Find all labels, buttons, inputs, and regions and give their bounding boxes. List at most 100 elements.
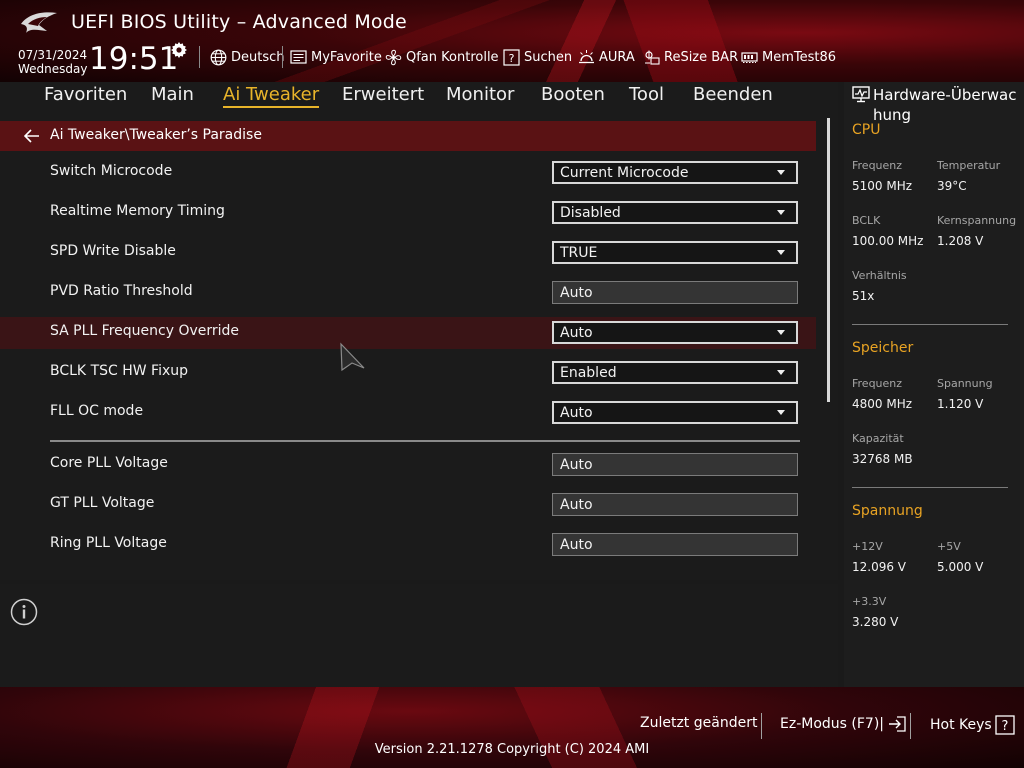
last-changed-button[interactable]: Zuletzt geändert (640, 715, 757, 731)
tab-booten[interactable]: Booten (541, 84, 605, 105)
favorite-icon (290, 49, 307, 64)
aura-button[interactable]: AURA (578, 47, 635, 67)
language-label: Deutsch (231, 49, 285, 65)
main-menu-tabs: Favoriten Main Ai Tweaker Erweitert Moni… (0, 82, 838, 112)
resize-bar-icon (645, 50, 660, 65)
pvd-ratio-threshold-input[interactable]: Auto (552, 281, 798, 304)
tab-main[interactable]: Main (151, 84, 194, 105)
back-arrow-icon[interactable] (24, 129, 40, 143)
scrollbar[interactable] (827, 118, 830, 402)
setting-row-realtime-memory-timing[interactable]: Realtime Memory Timing Disabled (0, 197, 816, 229)
tab-ai-tweaker[interactable]: Ai Tweaker (223, 84, 320, 108)
setting-label: Switch Microcode (50, 163, 173, 179)
cpu-frequency-label: Frequenz (852, 159, 903, 172)
chevron-down-icon (777, 410, 785, 415)
ez-mode-button[interactable]: Ez-Modus (F7)| (780, 715, 907, 733)
mouse-pointer-icon (340, 342, 365, 372)
input-value: Auto (560, 497, 593, 513)
setting-row-pvd-ratio-threshold[interactable]: PVD Ratio Threshold Auto (0, 277, 816, 309)
switch-microcode-select[interactable]: Current Microcode (552, 161, 798, 184)
core-pll-voltage-input[interactable]: Auto (552, 453, 798, 476)
date-text: 07/31/2024 (18, 48, 88, 62)
v33-label: +3.3V (852, 595, 887, 608)
memory-voltage-value: 1.120 V (937, 397, 984, 411)
setting-row-bclk-tsc-hw-fixup[interactable]: BCLK TSC HW Fixup Enabled (0, 357, 816, 389)
footer-separator (910, 713, 911, 739)
chevron-down-icon (777, 250, 785, 255)
myfavorite-label: MyFavorite (311, 49, 382, 65)
memory-section-heading: Speicher (852, 340, 914, 356)
search-label: Suchen (524, 49, 573, 65)
hw-divider (852, 487, 1008, 488)
language-button[interactable]: Deutsch (210, 47, 285, 67)
setting-row-ring-pll-voltage[interactable]: Ring PLL Voltage Auto (0, 529, 816, 561)
svg-text:?: ? (509, 52, 515, 65)
select-value: Enabled (560, 365, 617, 381)
memory-frequency-value: 4800 MHz (852, 397, 913, 411)
hot-keys-button[interactable]: Hot Keys ? (930, 715, 1015, 735)
gear-icon[interactable] (171, 42, 187, 58)
section-divider (50, 440, 800, 442)
bclk-tsc-hw-fixup-select[interactable]: Enabled (552, 361, 798, 384)
version-text: Version 2.21.1278 Copyright (C) 2024 AMI (374, 742, 650, 757)
app-title: UEFI BIOS Utility – Advanced Mode (71, 11, 407, 33)
gt-pll-voltage-input[interactable]: Auto (552, 493, 798, 516)
search-button[interactable]: ? Suchen (503, 47, 572, 67)
setting-label: GT PLL Voltage (50, 495, 155, 511)
toolbar-separator (199, 46, 200, 68)
v33-value: 3.280 V (852, 615, 899, 629)
resize-bar-button[interactable]: ReSize BAR (643, 47, 738, 67)
breadcrumb-path: Ai Tweaker\Tweaker’s Paradise (50, 127, 262, 143)
setting-label: SA PLL Frequency Override (50, 323, 240, 339)
setting-row-fll-oc-mode[interactable]: FLL OC mode Auto (0, 397, 816, 429)
setting-row-gt-pll-voltage[interactable]: GT PLL Voltage Auto (0, 489, 816, 521)
clock-time: 19:51 (89, 41, 179, 77)
memory-voltage-label: Spannung (937, 377, 993, 390)
setting-label: SPD Write Disable (50, 243, 176, 259)
setting-row-core-pll-voltage[interactable]: Core PLL Voltage Auto (0, 449, 816, 481)
myfavorite-button[interactable]: MyFavorite (290, 47, 382, 67)
tab-beenden[interactable]: Beenden (693, 84, 773, 105)
setting-row-switch-microcode[interactable]: Switch Microcode Current Microcode (0, 157, 816, 189)
tab-erweitert[interactable]: Erweitert (342, 84, 424, 105)
qfan-label: Qfan Kontrolle (406, 49, 499, 65)
bclk-value: 100.00 MHz (852, 234, 924, 248)
memtest-label: MemTest86 (762, 49, 837, 65)
core-voltage-value: 1.208 V (937, 234, 984, 248)
v12-label: +12V (852, 540, 883, 553)
memory-capacity-value: 32768 MB (852, 452, 913, 466)
realtime-memory-timing-select[interactable]: Disabled (552, 201, 798, 224)
qfan-button[interactable]: Qfan Kontrolle (385, 47, 499, 67)
hot-keys-label: Hot Keys (930, 717, 992, 733)
setting-label: BCLK TSC HW Fixup (50, 363, 189, 379)
input-value: Auto (560, 285, 593, 301)
memory-capacity-label: Kapazität (852, 432, 904, 445)
input-value: Auto (560, 537, 593, 553)
cpu-frequency-value: 5100 MHz (852, 179, 913, 193)
spd-write-disable-select[interactable]: TRUE (552, 241, 798, 264)
core-voltage-label: Kernspannung (937, 214, 1017, 227)
chevron-down-icon (777, 330, 785, 335)
setting-label: PVD Ratio Threshold (50, 283, 193, 299)
memory-icon (741, 51, 758, 63)
chevron-down-icon (777, 210, 785, 215)
setting-label: FLL OC mode (50, 403, 144, 419)
ratio-value: 51x (852, 289, 875, 303)
setting-row-sa-pll-frequency-override[interactable]: SA PLL Frequency Override Auto (0, 317, 816, 349)
select-value: Auto (560, 405, 593, 421)
info-icon (10, 598, 38, 626)
tab-tool[interactable]: Tool (629, 84, 664, 105)
sa-pll-frequency-override-select[interactable]: Auto (552, 321, 798, 344)
bclk-label: BCLK (852, 214, 881, 227)
memtest-button[interactable]: MemTest86 (741, 47, 836, 67)
ring-pll-voltage-input[interactable]: Auto (552, 533, 798, 556)
rog-logo-icon (21, 12, 57, 33)
toolbar-separator (282, 46, 283, 68)
fll-oc-mode-select[interactable]: Auto (552, 401, 798, 424)
voltage-section-heading: Spannung (852, 503, 923, 519)
footer-separator (761, 713, 762, 739)
tab-monitor[interactable]: Monitor (446, 84, 514, 105)
setting-row-spd-write-disable[interactable]: SPD Write Disable TRUE (0, 237, 816, 269)
tab-favoriten[interactable]: Favoriten (44, 84, 127, 105)
breadcrumb: Ai Tweaker\Tweaker’s Paradise (0, 121, 816, 151)
